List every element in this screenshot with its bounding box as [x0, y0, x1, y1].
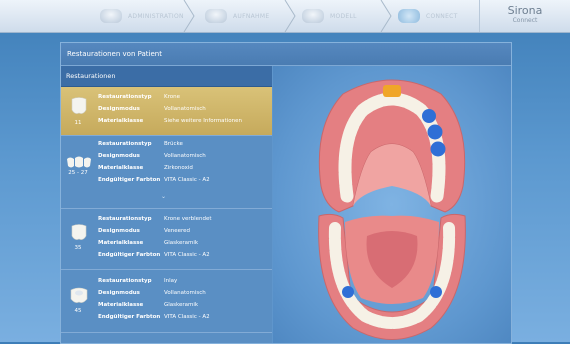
nav-step-label: ADMINISTRATION	[128, 12, 184, 20]
expand-chevron-icon[interactable]: ⌄	[161, 193, 166, 200]
field-value: VITA Classic - A2	[164, 252, 210, 258]
field-value: Glaskeramik	[164, 240, 199, 246]
field-label: Restaurationstyp	[98, 216, 152, 222]
nav-step-label: CONNECT	[426, 12, 458, 20]
field-type: Restaurationstyp Inlay	[98, 275, 270, 287]
field-value: Krone verblendet	[164, 216, 212, 222]
field-value: Krone	[164, 94, 180, 100]
veneered-crown-icon	[71, 224, 87, 240]
panel-title: Restaurationen von Patient	[61, 43, 511, 66]
field-design: Designmodus Vollanatomisch	[98, 150, 270, 162]
jaw-3d-view[interactable]	[273, 66, 511, 343]
field-label: Endgültiger Farbton	[98, 177, 161, 183]
restoration-item-11[interactable]: 11 Restaurationstyp Krone Designmodus Vo…	[61, 87, 272, 136]
field-type: Restaurationstyp Krone	[98, 91, 270, 103]
field-value: Vollanatomisch	[164, 153, 206, 159]
field-label: Materialklasse	[98, 302, 144, 308]
field-value: Inlay	[164, 278, 178, 284]
field-value: Zirkonoxid	[164, 165, 193, 171]
field-shade: Endgültiger Farbton VITA Classic - A2	[98, 311, 270, 323]
connect-icon	[398, 9, 420, 23]
brand-name: Sirona	[507, 4, 543, 17]
modell-icon	[302, 9, 324, 23]
field-material: Materialklasse Glaskeramik	[98, 299, 270, 311]
field-label: Designmodus	[98, 290, 140, 296]
field-design: Designmodus Vollanatomisch	[98, 103, 270, 115]
field-label: Materialklasse	[98, 118, 144, 124]
field-type: Restaurationstyp Krone verblendet	[98, 213, 270, 225]
jaw-model	[318, 79, 466, 340]
restorations-panel: Restaurationen von Patient Restauratione…	[60, 42, 512, 344]
brand-product: Connect	[512, 17, 538, 24]
field-shade: Endgültiger Farbton VITA Classic - A2	[98, 174, 270, 186]
restoration-item-25-27[interactable]: 25 - 27 Restaurationstyp Brücke Designmo…	[61, 136, 272, 209]
tooth-number: 45	[74, 308, 82, 314]
restoration-list: Restaurationen 11 Restaurationstyp Krone…	[61, 66, 272, 343]
chevron-separator	[380, 0, 392, 32]
field-value: VITA Classic - A2	[164, 314, 210, 320]
chevron-separator	[284, 0, 296, 32]
field-value: Veneered	[164, 228, 190, 234]
nav-step-label: MODELL	[330, 12, 357, 20]
field-value: Brücke	[164, 141, 183, 147]
field-label: Designmodus	[98, 106, 140, 112]
gold-crown-tooth-11	[383, 85, 401, 97]
crown-icon	[71, 97, 87, 114]
field-label: Restaurationstyp	[98, 141, 152, 147]
field-material: Materialklasse Glaskeramik	[98, 237, 270, 249]
inlay-icon	[70, 287, 88, 303]
field-shade: Endgültiger Farbton VITA Classic - A2	[98, 249, 270, 261]
tooth-number: 25 - 27	[68, 170, 88, 176]
nav-step-administration[interactable]: ADMINISTRATION	[100, 0, 184, 32]
upper-jaw	[318, 79, 466, 213]
nav-step-modell[interactable]: MODELL	[302, 0, 357, 32]
field-material: Materialklasse Zirkonoxid	[98, 162, 270, 174]
field-value: Vollanatomisch	[164, 106, 206, 112]
brand-logo: Sirona Connect	[479, 0, 570, 32]
field-material: Materialklasse Siehe weitere Information…	[98, 115, 270, 127]
workflow-nav: ADMINISTRATION AUFNAHME MODELL CONNECT S…	[0, 0, 570, 33]
restoration-item-35[interactable]: 35 Restaurationstyp Krone verblendet Des…	[61, 209, 272, 270]
more-info-link[interactable]: Siehe weitere Informationen	[164, 115, 242, 127]
field-value: VITA Classic - A2	[164, 177, 210, 183]
nav-step-connect[interactable]: CONNECT	[398, 0, 458, 32]
aufnahme-icon	[205, 9, 227, 23]
field-design: Designmodus Vollanatomisch	[98, 287, 270, 299]
tooth-number: 11	[74, 120, 82, 126]
tooth-number: 35	[74, 245, 82, 251]
nav-step-label: AUFNAHME	[233, 12, 270, 20]
chevron-separator	[183, 0, 195, 32]
field-label: Endgültiger Farbton	[98, 314, 161, 320]
field-type: Restaurationstyp Brücke	[98, 138, 270, 150]
field-label: Restaurationstyp	[98, 278, 152, 284]
administration-icon	[100, 9, 122, 23]
field-label: Materialklasse	[98, 240, 144, 246]
list-header: Restaurationen	[61, 66, 272, 87]
field-label: Materialklasse	[98, 165, 144, 171]
field-label: Restaurationstyp	[98, 94, 152, 100]
nav-step-aufnahme[interactable]: AUFNAHME	[205, 0, 269, 32]
field-label: Designmodus	[98, 228, 140, 234]
field-value: Vollanatomisch	[164, 290, 206, 296]
restoration-item-45[interactable]: 45 Restaurationstyp Inlay Designmodus Vo…	[61, 270, 272, 333]
field-label: Endgültiger Farbton	[98, 252, 161, 258]
field-label: Designmodus	[98, 153, 140, 159]
field-design: Designmodus Veneered	[98, 225, 270, 237]
field-value: Glaskeramik	[164, 302, 199, 308]
lower-jaw	[318, 213, 466, 340]
